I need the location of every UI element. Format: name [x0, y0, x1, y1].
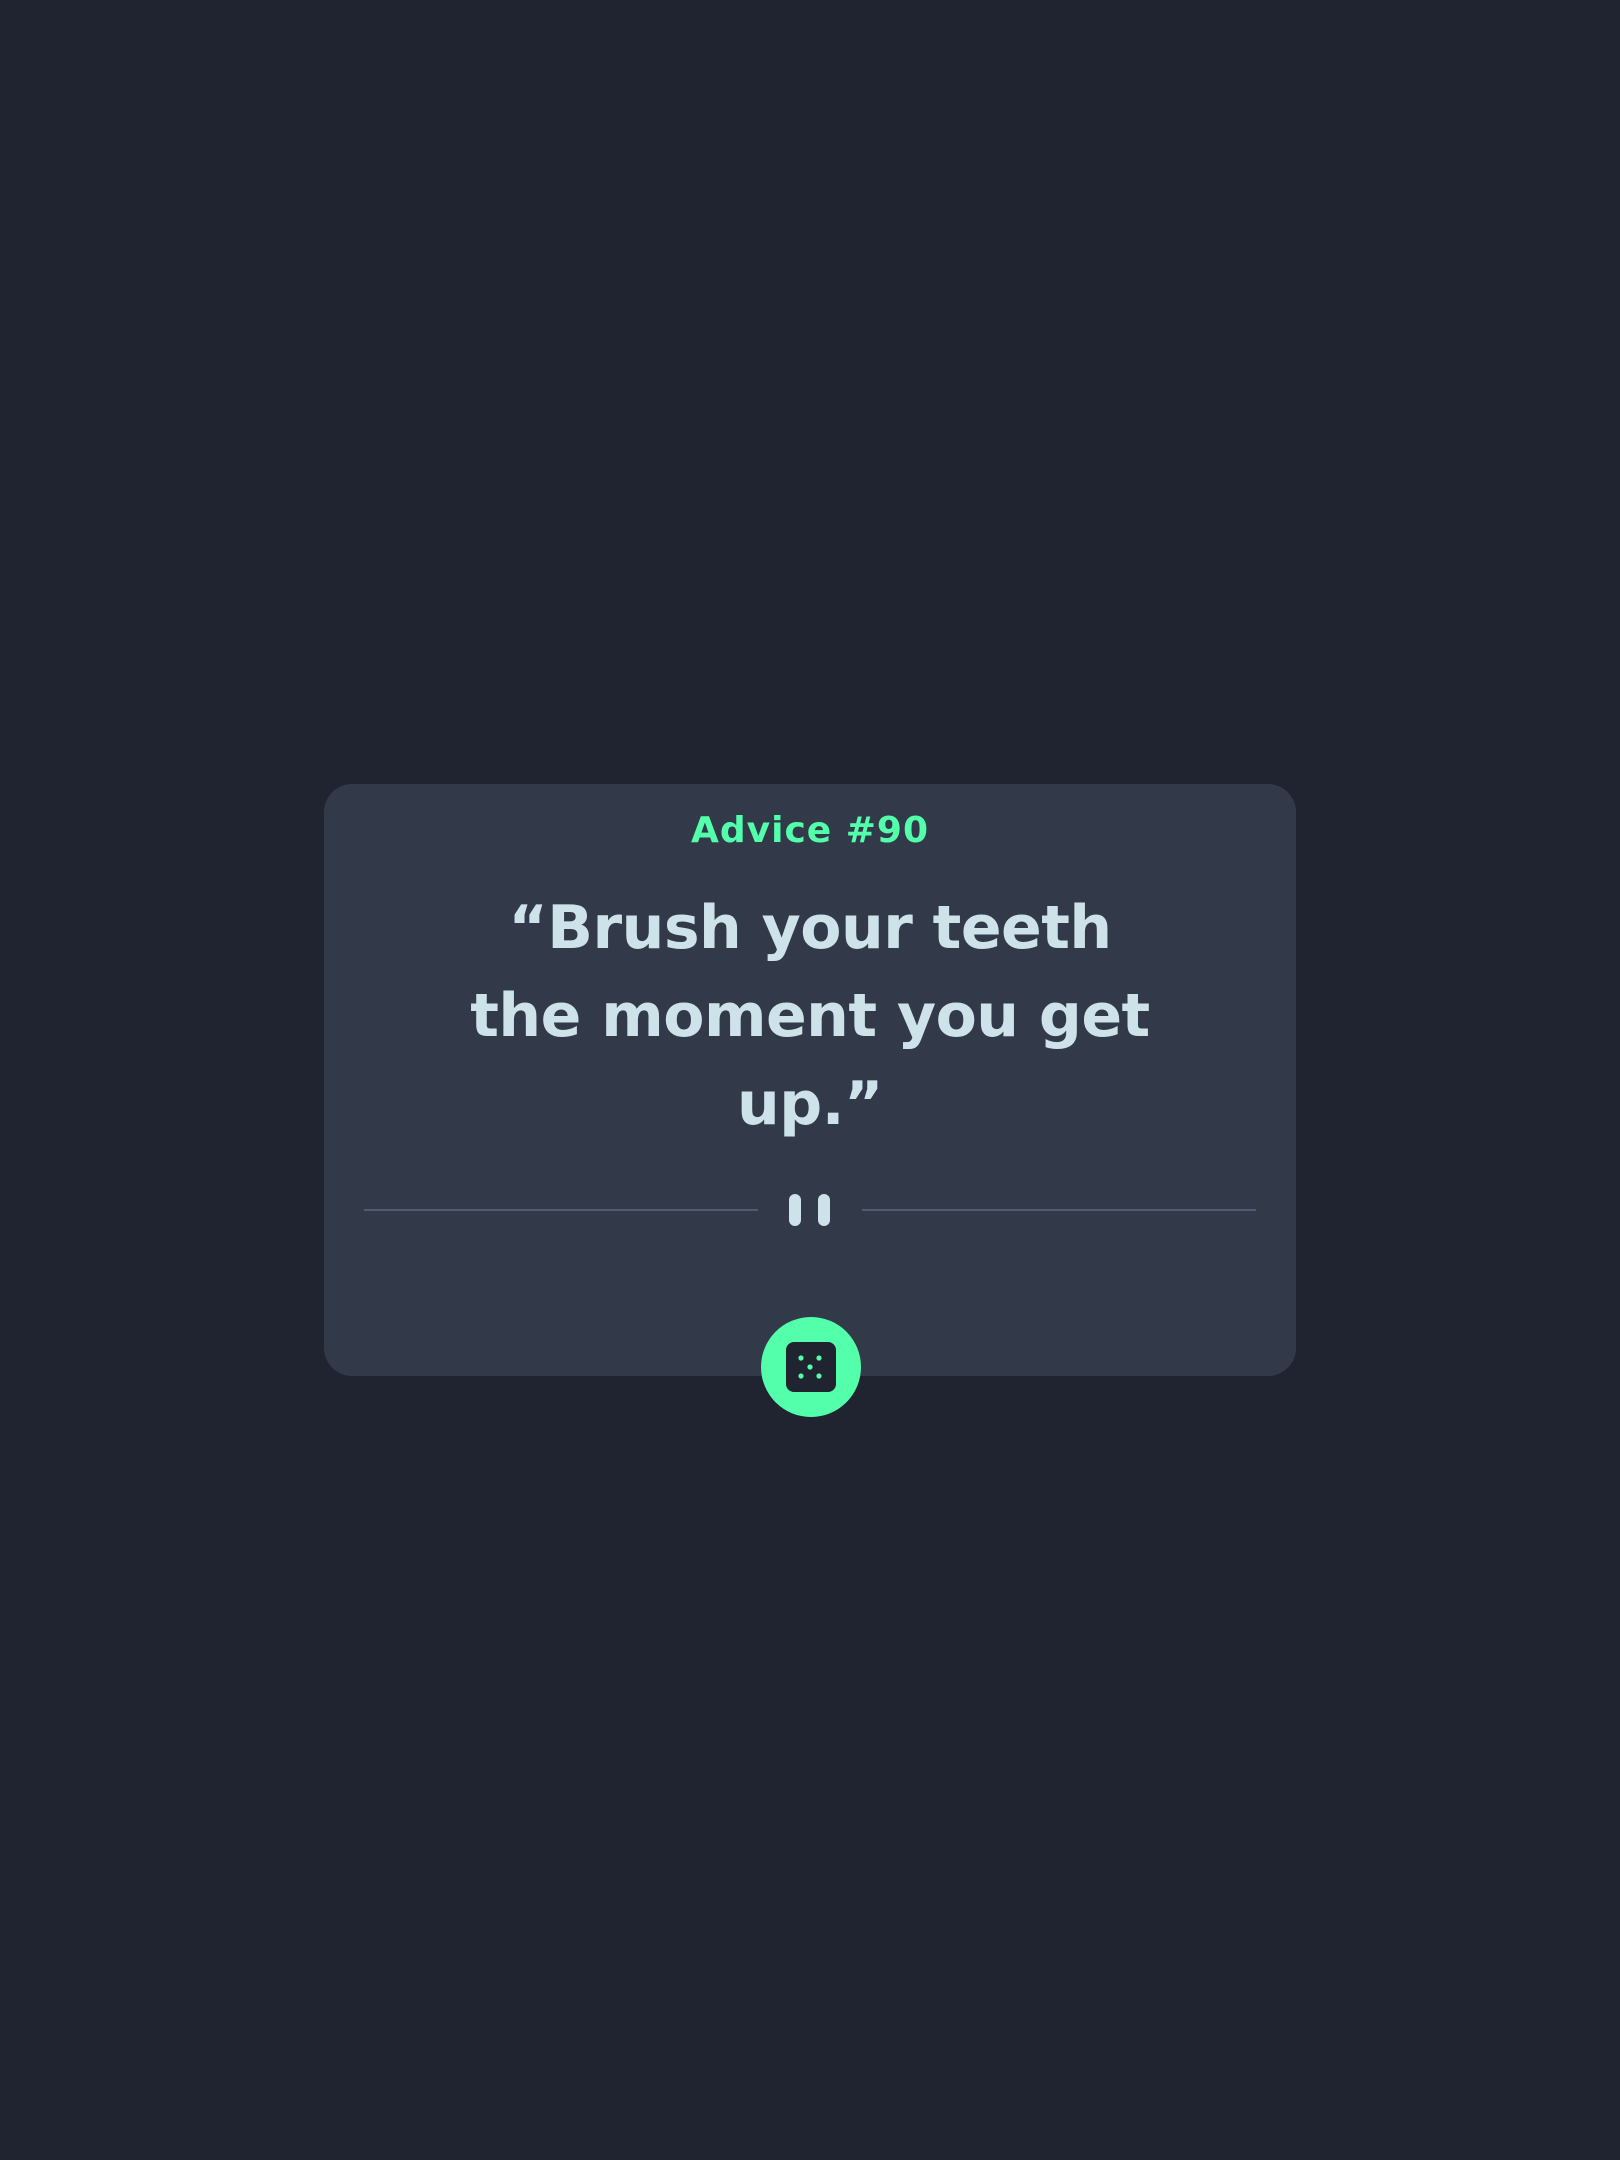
advice-card: Advice #90 “Brush your teeth the moment …	[324, 784, 1296, 1376]
pattern-divider	[364, 1194, 1256, 1226]
dice-icon	[786, 1342, 836, 1392]
advice-number: Advice #90	[691, 810, 929, 851]
divider-line-right	[862, 1209, 1256, 1211]
pause-bar-left	[789, 1194, 801, 1226]
divider-line-left	[364, 1209, 758, 1211]
pause-icon	[789, 1194, 831, 1226]
pause-bar-right	[818, 1194, 830, 1226]
generate-advice-button[interactable]	[761, 1317, 861, 1417]
advice-quote: “Brush your teeth the moment you get up.…	[470, 893, 1150, 1139]
